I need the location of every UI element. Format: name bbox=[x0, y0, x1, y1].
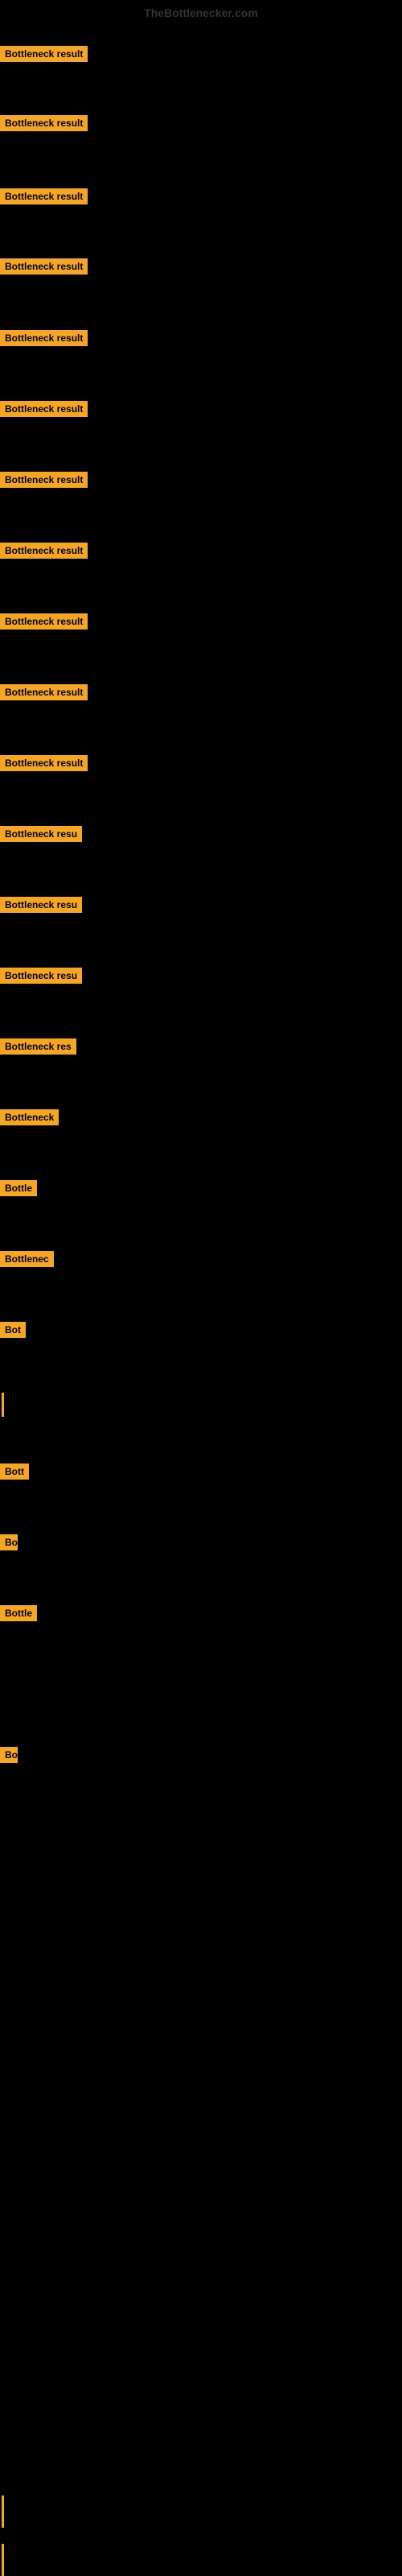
bottleneck-result-row[interactable]: Bottleneck result bbox=[0, 613, 88, 634]
bottleneck-result-row[interactable]: Bottleneck result bbox=[0, 472, 88, 492]
bottleneck-badge: Bott bbox=[0, 1463, 29, 1480]
bottleneck-result-row[interactable]: Bottleneck result bbox=[0, 258, 88, 279]
bottleneck-badge: Bottleneck result bbox=[0, 543, 88, 559]
bottleneck-badge: Bottleneck result bbox=[0, 684, 88, 700]
site-title: TheBottlenecker.com bbox=[0, 6, 402, 19]
bottleneck-result-row[interactable]: Bo bbox=[0, 1534, 18, 1554]
bottleneck-badge: Bottleneck result bbox=[0, 401, 88, 417]
bottleneck-result-row[interactable]: Bottleneck result bbox=[0, 543, 88, 563]
bottleneck-badge: Bottleneck result bbox=[0, 472, 88, 488]
bottleneck-badge: Bottleneck result bbox=[0, 46, 88, 62]
bottleneck-badge: Bottleneck res bbox=[0, 1038, 76, 1055]
bottleneck-badge: Bottleneck result bbox=[0, 115, 88, 131]
bottleneck-badge: Bot bbox=[0, 1322, 26, 1338]
bottleneck-result-row[interactable]: Bottleneck res bbox=[0, 1038, 76, 1059]
bottleneck-result-row[interactable]: Bottleneck bbox=[0, 1109, 59, 1129]
bottleneck-badge: Bottlenec bbox=[0, 1251, 54, 1267]
bottleneck-result-row[interactable]: Bo bbox=[0, 1747, 18, 1767]
bottleneck-result-row[interactable]: Bottle bbox=[0, 1180, 37, 1200]
bottleneck-result-row[interactable]: Bottleneck result bbox=[0, 188, 88, 208]
bottleneck-result-row[interactable]: Bottlenec bbox=[0, 1251, 54, 1271]
bottleneck-badge: Bottleneck result bbox=[0, 330, 88, 346]
bottleneck-badge: Bottleneck resu bbox=[0, 968, 82, 984]
bottleneck-result-row[interactable]: Bottleneck resu bbox=[0, 968, 82, 988]
bottleneck-badge: Bottleneck resu bbox=[0, 826, 82, 842]
bottleneck-badge: Bo bbox=[0, 1747, 18, 1763]
bottleneck-badge: Bo bbox=[0, 1534, 18, 1550]
bottleneck-badge: Bottle bbox=[0, 1605, 37, 1621]
vertical-indicator-line bbox=[2, 2544, 4, 2576]
bottleneck-result-row[interactable]: Bottleneck result bbox=[0, 330, 88, 350]
bottleneck-result-row[interactable]: Bott bbox=[0, 1463, 29, 1484]
bottleneck-badge: Bottleneck resu bbox=[0, 897, 82, 913]
bottleneck-result-row[interactable]: Bottleneck result bbox=[0, 115, 88, 135]
bottleneck-badge: Bottleneck result bbox=[0, 755, 88, 771]
bottleneck-result-row[interactable]: Bottleneck result bbox=[0, 755, 88, 775]
vertical-indicator-line bbox=[2, 1393, 4, 1417]
bottleneck-result-row[interactable]: Bottleneck result bbox=[0, 401, 88, 421]
bottleneck-result-row[interactable]: Bottle bbox=[0, 1605, 37, 1625]
bottleneck-badge: Bottleneck result bbox=[0, 258, 88, 275]
vertical-indicator-line bbox=[2, 2496, 4, 2528]
bottleneck-badge: Bottleneck bbox=[0, 1109, 59, 1125]
bottleneck-result-row[interactable]: Bottleneck result bbox=[0, 684, 88, 704]
bottleneck-result-row[interactable]: Bot bbox=[0, 1322, 26, 1342]
bottleneck-result-row[interactable]: Bottleneck resu bbox=[0, 897, 82, 917]
bottleneck-result-row[interactable]: Bottleneck resu bbox=[0, 826, 82, 846]
bottleneck-result-row[interactable]: Bottleneck result bbox=[0, 46, 88, 66]
bottleneck-badge: Bottle bbox=[0, 1180, 37, 1196]
bottleneck-badge: Bottleneck result bbox=[0, 188, 88, 204]
bottleneck-badge: Bottleneck result bbox=[0, 613, 88, 630]
